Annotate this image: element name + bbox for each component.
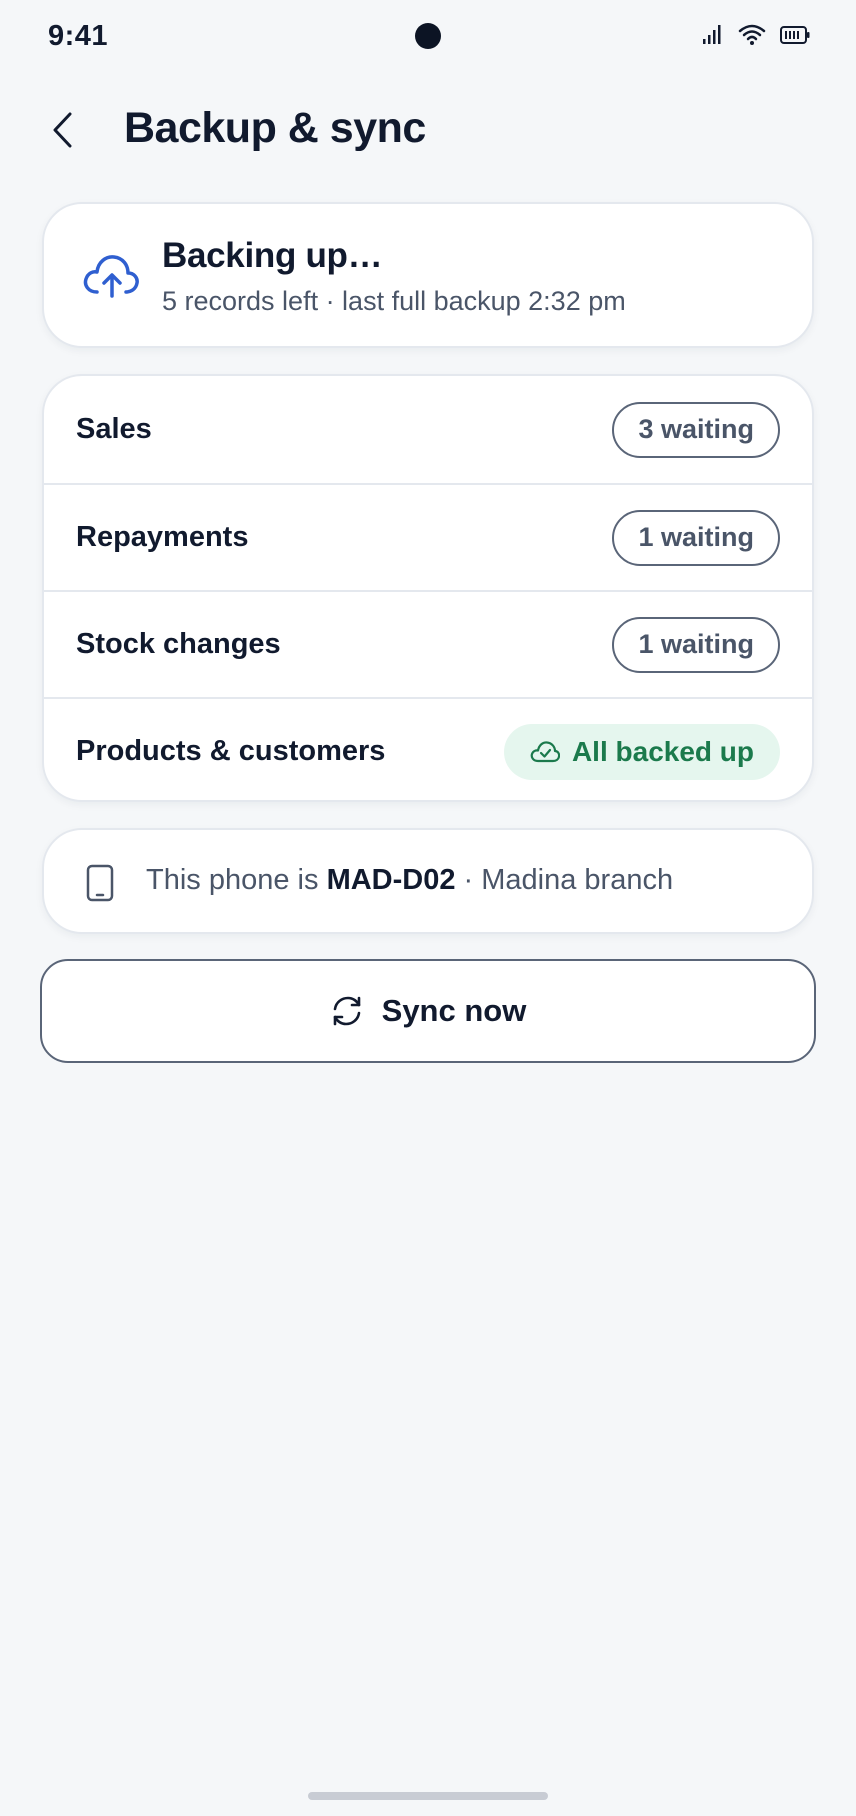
waiting-badge: 1 waiting	[612, 616, 780, 673]
battery-icon	[780, 26, 810, 44]
backed-up-label: All backed up	[571, 735, 754, 767]
category-label: Sales	[76, 413, 152, 445]
category-row-repayments: Repayments 1 waiting	[44, 483, 812, 590]
app-header: Backup & sync	[0, 90, 856, 170]
waiting-badge: 1 waiting	[612, 509, 780, 566]
backup-status-subtitle: 5 records left · last full backup 2:32 p…	[162, 286, 626, 316]
category-row-stock-changes: Stock changes 1 waiting	[44, 590, 812, 697]
backed-up-badge: All backed up	[503, 723, 780, 780]
status-bar: 9:41	[0, 0, 856, 74]
camera-cutout	[415, 23, 441, 49]
category-row-products-customers: Products & customers All backed up	[44, 697, 812, 800]
signal-icon	[703, 25, 721, 44]
device-info-card: This phone is MAD-D02 · Madina branch	[42, 828, 814, 934]
category-label: Products & customers	[76, 735, 386, 767]
device-branch: · Madina branch	[463, 864, 674, 896]
phone-icon	[86, 864, 114, 902]
waiting-badge: 3 waiting	[612, 401, 780, 458]
sync-categories-list: Sales 3 waiting Repayments 1 waiting Sto…	[42, 374, 814, 802]
sync-icon	[333, 996, 360, 1026]
sync-now-label: Sync now	[381, 993, 527, 1028]
backup-status-title: Backing up…	[162, 236, 383, 275]
category-label: Stock changes	[76, 628, 281, 660]
cloud-upload-icon	[83, 255, 139, 298]
category-label: Repayments	[76, 521, 249, 553]
status-icons	[702, 24, 810, 46]
wifi-icon	[738, 24, 766, 45]
status-time: 9:41	[48, 20, 109, 52]
home-indicator[interactable]	[308, 1792, 548, 1800]
backup-status-card: Backing up… 5 records left · last full b…	[42, 202, 814, 348]
page-title: Backup & sync	[124, 104, 426, 152]
back-button[interactable]	[38, 106, 86, 154]
device-prefix: This phone is	[146, 864, 319, 896]
category-row-sales: Sales 3 waiting	[44, 376, 812, 483]
device-info-text: This phone is MAD-D02 · Madina branch	[146, 864, 673, 897]
sync-now-button[interactable]: Sync now	[40, 959, 816, 1063]
device-id: MAD-D02	[326, 864, 456, 896]
cloud-check-icon	[530, 740, 560, 762]
chevron-left-icon	[53, 112, 72, 148]
